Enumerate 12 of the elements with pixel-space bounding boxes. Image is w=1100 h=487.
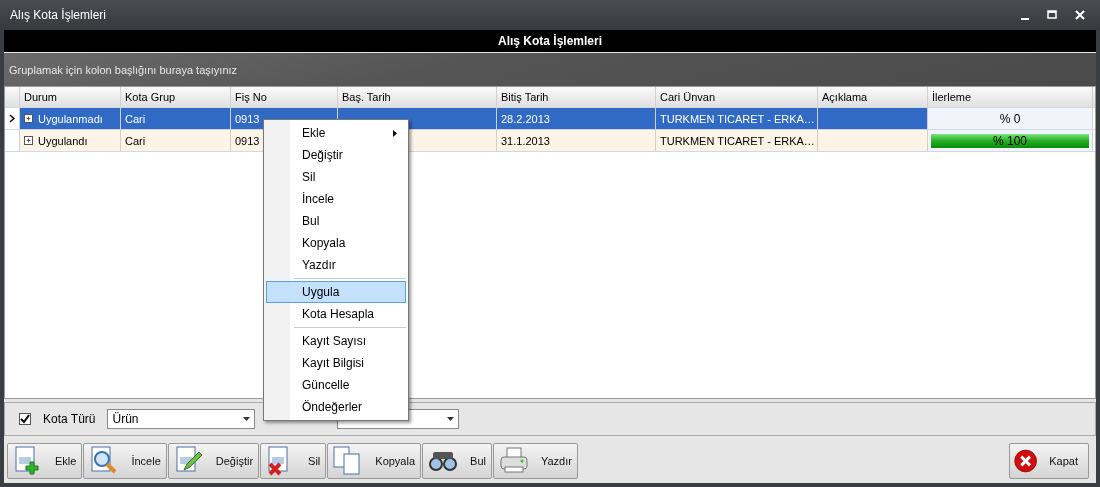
table-cell: Cari — [121, 130, 231, 151]
field-label: Kota Türü — [43, 412, 96, 426]
table-cell: TURKMEN TICARET - ERKA… — [656, 130, 818, 151]
table-cell: 31.1.2013 — [497, 130, 656, 151]
table-cell: Cari — [121, 108, 231, 129]
progress-text: % 100 — [992, 133, 1028, 148]
table-cell: 28.2.2013 — [497, 108, 656, 129]
table-cell: TURKMEN TICARET - ERKA… — [656, 108, 818, 129]
progress-text: % 0 — [998, 111, 1022, 126]
group-panel-hint: Gruplamak için kolon başlığını buraya taşıyınız — [4, 53, 1096, 86]
form-header: Alış Kota İşlemleri — [4, 30, 1096, 52]
window-title: Alış Kota İşlemleri — [10, 8, 108, 22]
